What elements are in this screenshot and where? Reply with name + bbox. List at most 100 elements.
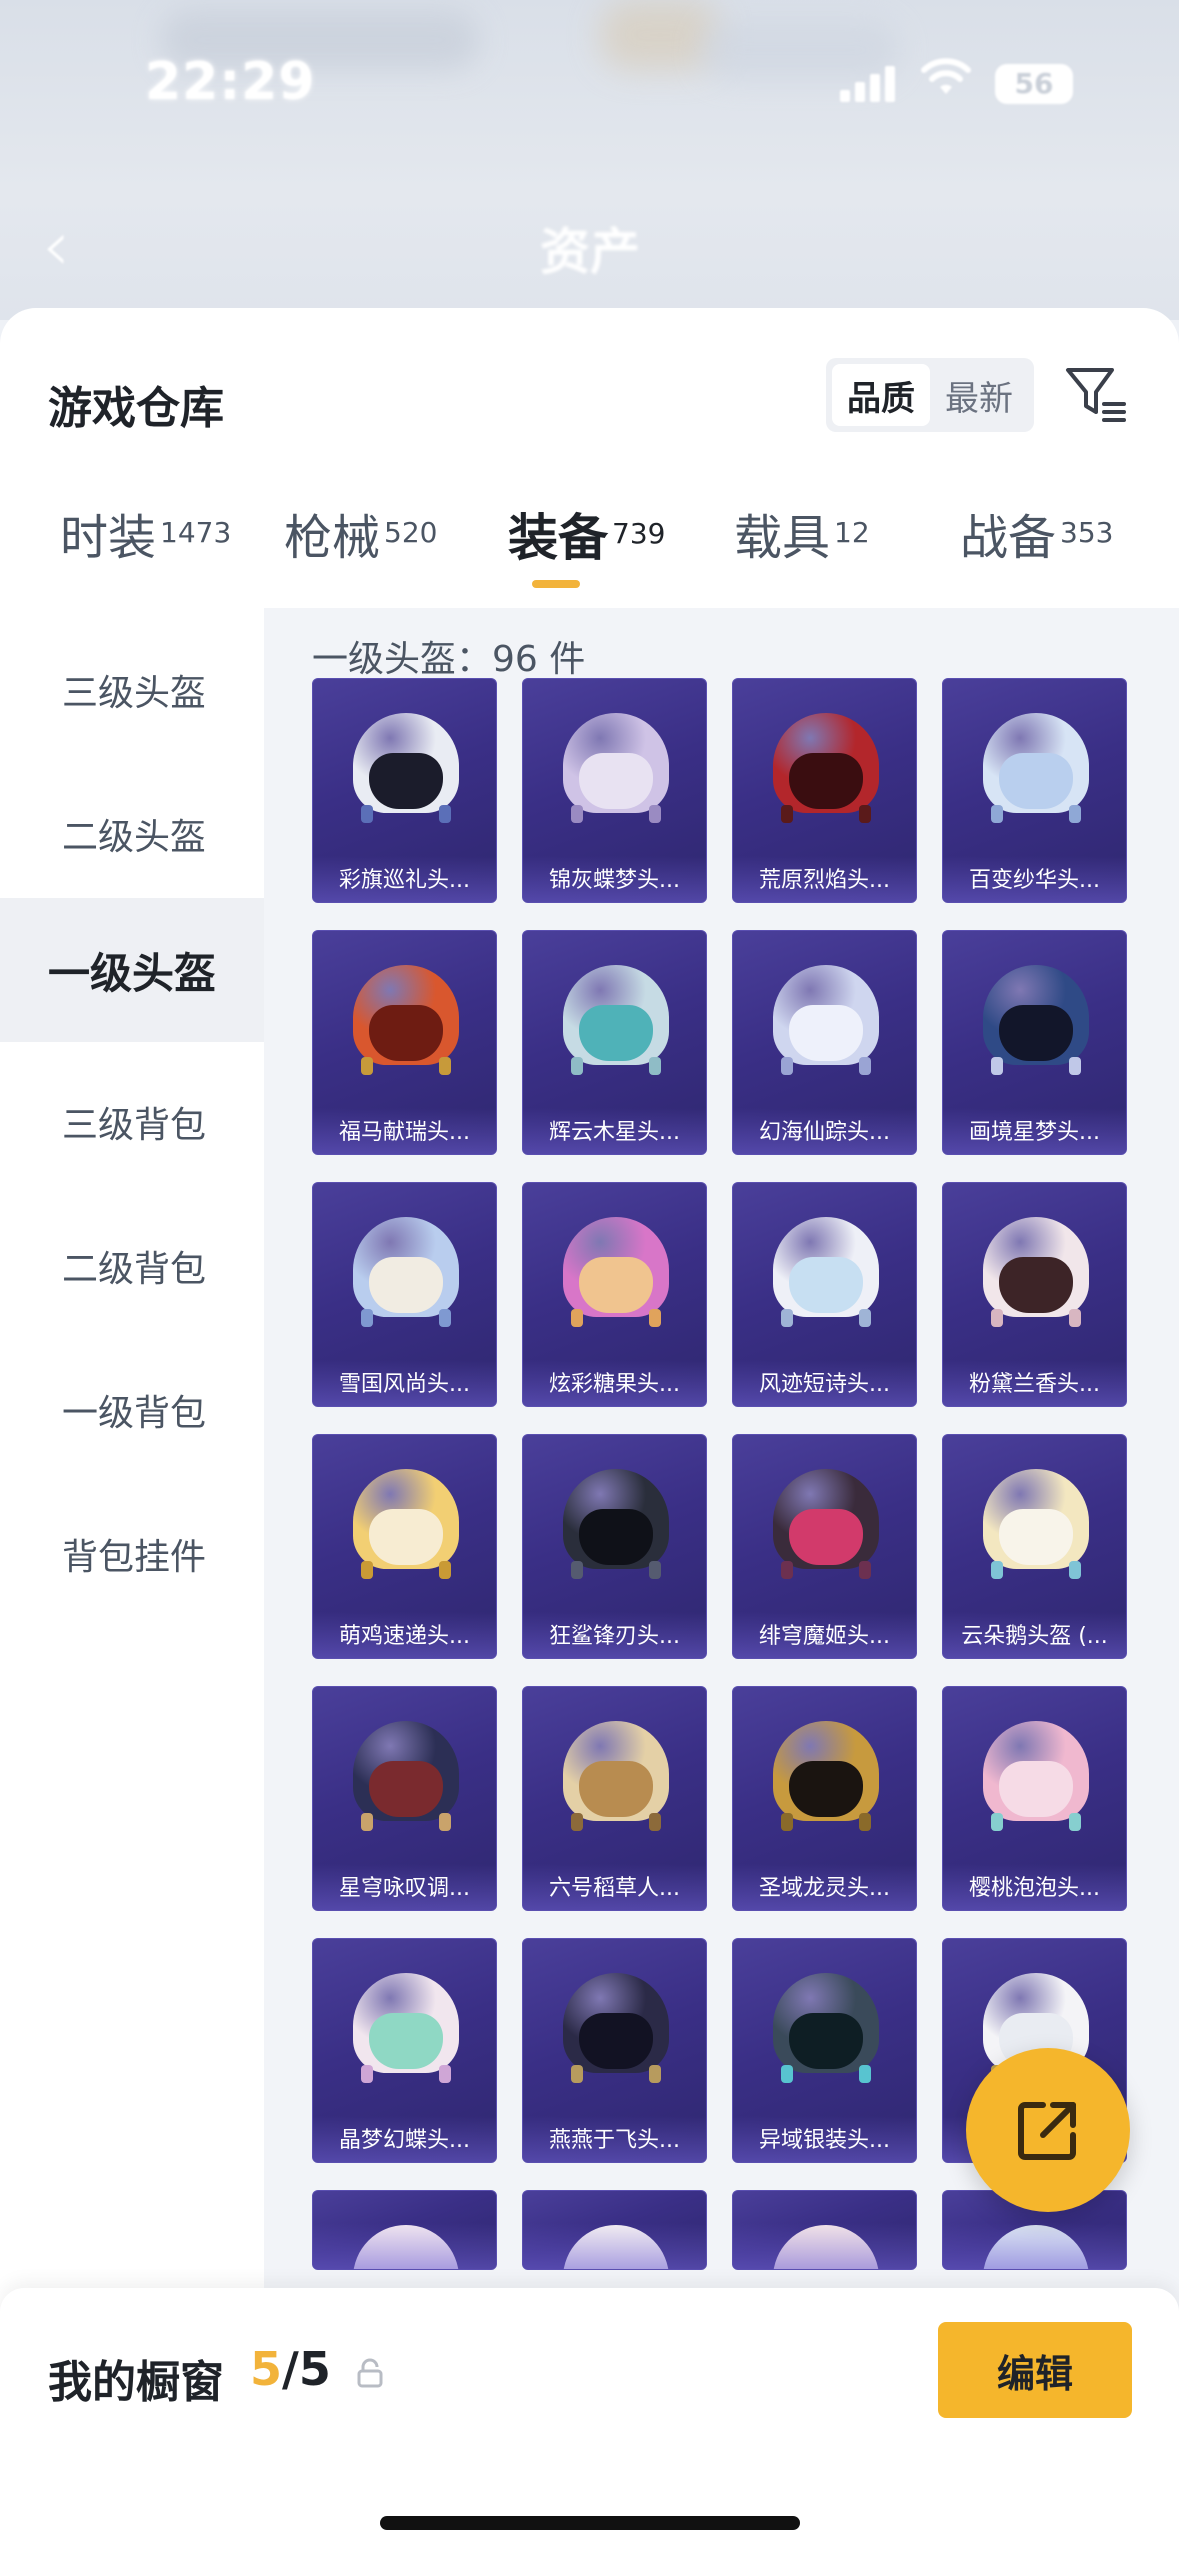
helmet-name: 锦灰蝶梦头... <box>549 868 680 893</box>
share-button[interactable] <box>966 2048 1130 2212</box>
helmet-card[interactable]: 雪国风尚头... <box>312 1182 497 1407</box>
helmet-name: 圣域龙灵头... <box>759 1876 890 1901</box>
helmet-name: 辉云木星头... <box>549 1120 680 1145</box>
helmet-icon <box>773 1721 879 1831</box>
helmet-name: 荒原烈焰头... <box>759 868 890 893</box>
helmet-icon <box>773 713 879 823</box>
tab-vehicles[interactable]: 载具 12 <box>734 498 870 608</box>
helmet-card[interactable]: 圣域龙灵头... <box>732 1686 917 1911</box>
helmet-icon <box>983 965 1089 1075</box>
helmet-icon <box>563 713 669 823</box>
helmet-card[interactable] <box>732 2190 917 2270</box>
tab-fashion[interactable]: 时装 1473 <box>60 498 231 608</box>
helmet-icon <box>563 1721 669 1831</box>
filter-icon[interactable] <box>1060 358 1130 428</box>
helmet-name: 风迹短诗头... <box>759 1372 890 1397</box>
tab-label: 战备 <box>960 510 1057 566</box>
helmet-name: 樱桃泡泡头... <box>969 1876 1100 1901</box>
helmet-card[interactable]: 樱桃泡泡头... <box>942 1686 1127 1911</box>
helmet-card[interactable]: 异域银装头... <box>732 1938 917 2163</box>
helmet-icon <box>773 1217 879 1327</box>
helmet-icon <box>563 1973 669 2083</box>
helmet-icon <box>563 1469 669 1579</box>
helmet-card[interactable]: 狂鲨锋刃头... <box>522 1434 707 1659</box>
helmet-card[interactable]: 晶梦幻蝶头... <box>312 1938 497 2163</box>
edit-button[interactable]: 编辑 <box>938 2322 1132 2418</box>
helmet-card[interactable]: 幻海仙踪头... <box>732 930 917 1155</box>
helmet-card[interactable]: 炫彩糖果头... <box>522 1182 707 1407</box>
sidebar-item-level3-backpack[interactable]: 三级背包 <box>0 1050 264 1194</box>
helmet-card[interactable]: 绯穹魔姬头... <box>732 1434 917 1659</box>
helmet-card[interactable]: 百变纱华头... <box>942 678 1127 903</box>
sheet-title: 游戏仓库 <box>48 383 224 434</box>
showcase-title: 我的橱窗 <box>48 2357 224 2408</box>
helmet-name: 福马献瑞头... <box>339 1120 470 1145</box>
helmet-icon <box>773 1469 879 1579</box>
top-blurred-header: 22:29 56 ‹ 资产 <box>0 0 1179 320</box>
tab-count: 520 <box>384 515 438 549</box>
helmet-card[interactable]: 福马献瑞头... <box>312 930 497 1155</box>
game-warehouse-sheet: 游戏仓库 品质 最新 时装 1473 枪械 520 装备 739 载具 12 战备 353 <box>0 308 1179 2556</box>
sort-by-quality-button[interactable]: 品质 <box>832 364 930 426</box>
back-arrow-icon[interactable]: ‹ <box>42 205 70 287</box>
helmet-icon <box>983 1217 1089 1327</box>
helmet-card[interactable]: 六号稻草人... <box>522 1686 707 1911</box>
sidebar-item-backpack-charm[interactable]: 背包挂件 <box>0 1482 264 1626</box>
helmet-card[interactable]: 风迹短诗头... <box>732 1182 917 1407</box>
helmet-card[interactable]: 彩旗巡礼头... <box>312 678 497 903</box>
helmet-name: 狂鲨锋刃头... <box>549 1624 680 1649</box>
helmet-name: 六号稻草人... <box>549 1876 680 1901</box>
sort-by-newest-button[interactable]: 最新 <box>930 364 1028 426</box>
helmet-icon <box>353 1469 459 1579</box>
helmet-card[interactable]: 星穹咏叹调... <box>312 1686 497 1911</box>
sidebar-item-level1-helmet[interactable]: 一级头盔 <box>0 898 264 1042</box>
helmet-icon <box>353 1721 459 1831</box>
helmet-card[interactable]: 云朵鹅头盔 (... <box>942 1434 1127 1659</box>
showcase-count: 5/5 <box>250 2342 331 2396</box>
sidebar-item-level3-helmet[interactable]: 三级头盔 <box>0 618 264 762</box>
item-count-header: 一级头盔：96 件 <box>312 639 586 680</box>
tab-equipment[interactable]: 装备 739 <box>508 498 665 608</box>
item-grid-panel: 一级头盔：96 件 彩旗巡礼头... 锦灰蝶梦头... 荒原烈焰头... 百变纱华头.… <box>264 608 1179 2556</box>
active-tab-indicator <box>532 580 580 588</box>
helmet-name: 炫彩糖果头... <box>549 1372 680 1397</box>
sidebar-item-level2-backpack[interactable]: 二级背包 <box>0 1194 264 1338</box>
page-title: 资产 <box>540 223 640 281</box>
sort-toggle: 品质 最新 <box>826 358 1034 432</box>
cellular-signal-icon <box>840 62 900 102</box>
sidebar-item-level2-helmet[interactable]: 二级头盔 <box>0 762 264 906</box>
helmet-card[interactable]: 燕燕于飞头... <box>522 1938 707 2163</box>
helmet-card[interactable]: 画境星梦头... <box>942 930 1127 1155</box>
helmet-icon <box>353 965 459 1075</box>
helmet-card[interactable]: 锦灰蝶梦头... <box>522 678 707 903</box>
battery-icon: 56 <box>995 64 1073 104</box>
helmet-name: 幻海仙踪头... <box>759 1120 890 1145</box>
helmet-icon <box>353 1217 459 1327</box>
helmet-icon <box>983 1721 1089 1831</box>
helmet-name: 绯穹魔姬头... <box>759 1624 890 1649</box>
helmet-name: 粉黛兰香头... <box>969 1372 1100 1397</box>
tab-label: 载具 <box>734 510 831 566</box>
share-icon <box>1018 2102 1076 2160</box>
showcase-total: /5 <box>282 2342 331 2396</box>
helmet-card[interactable] <box>522 2190 707 2270</box>
sidebar-item-level1-backpack[interactable]: 一级背包 <box>0 1338 264 1482</box>
helmet-card[interactable] <box>312 2190 497 2270</box>
helmet-name: 萌鸡速递头... <box>339 1624 470 1649</box>
helmet-icon <box>563 965 669 1075</box>
tab-firearms[interactable]: 枪械 520 <box>284 498 437 608</box>
helmet-card[interactable]: 荒原烈焰头... <box>732 678 917 903</box>
tab-battle-gear[interactable]: 战备 353 <box>960 498 1113 608</box>
tab-label: 枪械 <box>284 510 381 566</box>
helmet-icon <box>773 965 879 1075</box>
tab-count: 1473 <box>160 515 232 549</box>
helmet-name: 云朵鹅头盔 (... <box>961 1624 1108 1649</box>
helmet-icon <box>773 2225 879 2269</box>
helmet-card[interactable]: 萌鸡速递头... <box>312 1434 497 1659</box>
home-indicator <box>380 2516 800 2530</box>
helmet-name: 雪国风尚头... <box>339 1372 470 1397</box>
helmet-name: 星穹咏叹调... <box>339 1876 470 1901</box>
lock-icon <box>356 2358 384 2388</box>
helmet-card[interactable]: 粉黛兰香头... <box>942 1182 1127 1407</box>
helmet-card[interactable]: 辉云木星头... <box>522 930 707 1155</box>
